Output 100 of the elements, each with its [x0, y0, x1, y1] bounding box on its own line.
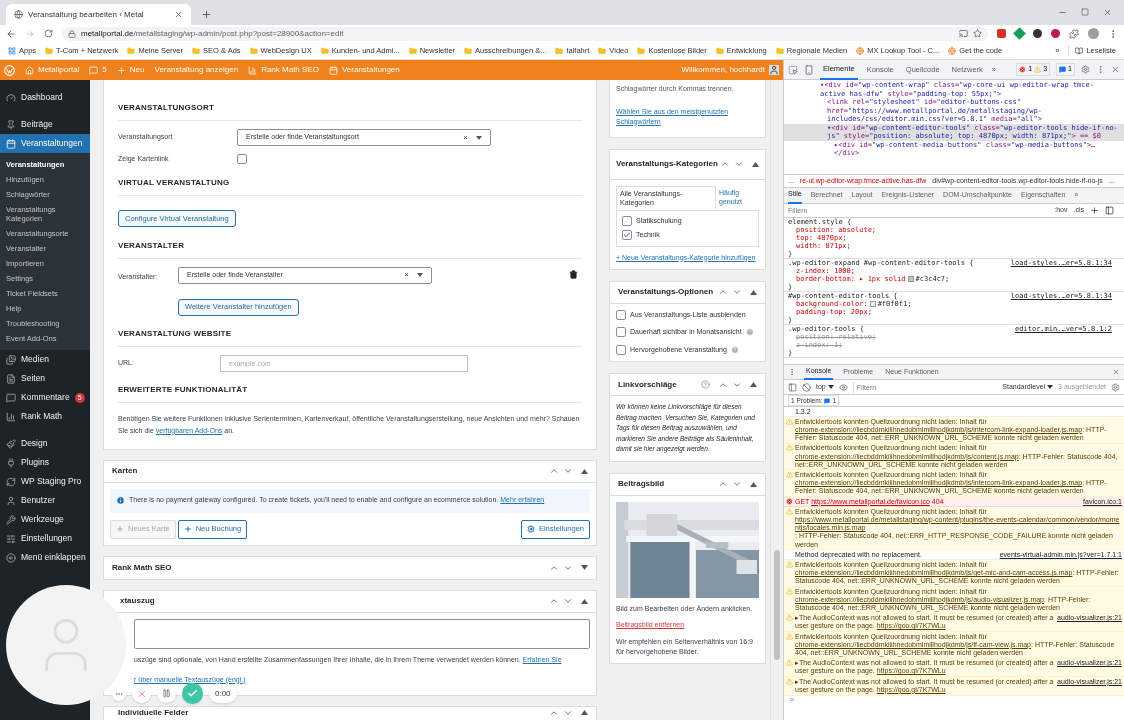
- menu-item[interactable]: Rank Math: [0, 407, 90, 426]
- folder-icon: [637, 46, 646, 55]
- globe-icon: [856, 46, 865, 55]
- move-down-icon[interactable]: [563, 466, 573, 476]
- expand-icon[interactable]: [581, 565, 588, 570]
- section-heading: VERANSTALTER: [118, 239, 582, 259]
- caret-icon: [417, 273, 423, 277]
- reload-icon[interactable]: [44, 29, 53, 38]
- checkbox[interactable]: [237, 154, 247, 165]
- box-title: Veranstaltungs-Optionen: [618, 287, 715, 297]
- folder-icon: [598, 46, 607, 55]
- calendar-icon: [328, 65, 338, 75]
- clear-console-icon[interactable]: [802, 382, 811, 392]
- collapse-icon[interactable]: [581, 598, 588, 604]
- checkbox[interactable]: [622, 215, 632, 226]
- collapse-icon[interactable]: [752, 161, 759, 167]
- close-icon: [136, 688, 147, 699]
- collapse-icon[interactable]: [750, 289, 757, 295]
- folder-icon: [464, 46, 473, 55]
- excerpt-field[interactable]: [134, 618, 590, 649]
- menu-item[interactable]: Seiten: [0, 369, 90, 388]
- menu-item[interactable]: Dashboard: [0, 88, 90, 107]
- refresh-icon: [6, 476, 16, 487]
- menu-item[interactable]: Beiträge: [0, 115, 90, 134]
- menu-item[interactable]: Einstellungen: [0, 529, 90, 548]
- warning-icon: [786, 659, 793, 667]
- menu-item[interactable]: WP Staging Pro: [0, 472, 90, 491]
- collapse-icon[interactable]: [750, 382, 757, 387]
- console-settings-icon[interactable]: [1111, 382, 1120, 392]
- section-heading: VERANSTALTUNG WEBSITE: [118, 327, 582, 347]
- menu-item[interactable]: Benutzer: [0, 491, 90, 510]
- comment-icon: [89, 65, 99, 75]
- calendar-icon: [6, 138, 16, 149]
- menu-item[interactable]: Menü einklappen: [0, 548, 90, 567]
- comment-icon: [6, 392, 16, 403]
- live-expression-icon[interactable]: [838, 382, 848, 392]
- menu-icon[interactable]: [1096, 65, 1105, 74]
- warning-icon: [786, 614, 793, 622]
- extensions-icon[interactable]: [1069, 28, 1079, 39]
- browser-tab[interactable]: Veranstaltung bearbeiten ‹ Metal: [6, 4, 191, 25]
- collapse-icon[interactable]: [750, 481, 757, 487]
- profile-avatar[interactable]: [1088, 28, 1099, 39]
- close-window-icon[interactable]: [1103, 8, 1112, 17]
- close-icon[interactable]: [1111, 65, 1120, 74]
- new-tab-icon[interactable]: [201, 9, 212, 20]
- collapse-icon[interactable]: [581, 710, 588, 715]
- move-down-icon[interactable]: [732, 287, 742, 297]
- folder-icon: [127, 46, 136, 55]
- plug-icon: [6, 457, 16, 468]
- lock-icon: [68, 29, 76, 38]
- inspect-icon[interactable]: [788, 64, 798, 75]
- back-icon[interactable]: [6, 28, 16, 39]
- move-up-icon[interactable]: [549, 596, 559, 606]
- checkmark-icon: [623, 231, 631, 240]
- move-down-icon[interactable]: [563, 596, 573, 606]
- check-icon: [187, 688, 198, 699]
- collapse-icon[interactable]: [581, 468, 588, 474]
- menu-item[interactable]: Werkzeuge: [0, 510, 90, 529]
- move-up-icon[interactable]: [549, 466, 559, 476]
- sidebar-toggle-icon[interactable]: [788, 382, 797, 392]
- add-rule-icon[interactable]: [1090, 206, 1099, 215]
- address-field[interactable]: metallportal.de/metallstaging/wp-admin/post.php?post=28900&action=edit: [62, 26, 988, 41]
- bookmark-star-icon[interactable]: [973, 29, 982, 38]
- move-down-icon[interactable]: [734, 159, 744, 169]
- plus-icon: [116, 525, 124, 533]
- folder-icon: [249, 46, 258, 55]
- scrollbar-thumb[interactable]: [774, 550, 780, 660]
- move-down-icon[interactable]: [732, 479, 742, 489]
- menu-item[interactable]: Design: [0, 434, 90, 453]
- settings-icon[interactable]: [1081, 65, 1090, 74]
- move-up-icon[interactable]: [720, 159, 730, 169]
- checkbox[interactable]: [616, 327, 626, 338]
- warning-icon: [786, 444, 793, 452]
- delete-icon[interactable]: [569, 269, 578, 279]
- device-icon[interactable]: [804, 64, 814, 75]
- warning-icon: [786, 417, 793, 425]
- drawer-menu-icon[interactable]: [788, 368, 796, 376]
- checkbox[interactable]: [616, 309, 626, 320]
- forward-icon[interactable]: [25, 28, 35, 39]
- warning-icon: [1034, 66, 1042, 73]
- warning-icon: [786, 507, 793, 515]
- folder-icon: [775, 46, 784, 55]
- cast-icon[interactable]: [959, 29, 968, 38]
- menu-item[interactable]: Medien: [0, 350, 90, 369]
- sidebar-toggle-icon[interactable]: [1105, 206, 1114, 215]
- menu-item[interactable]: Plugins: [0, 453, 90, 472]
- box-title: Veranstaltungs-Kategorien: [616, 159, 719, 169]
- error-icon: [1019, 66, 1027, 73]
- box-title: xtauszug: [120, 596, 156, 606]
- close-drawer-icon[interactable]: [1112, 368, 1120, 376]
- move-up-icon[interactable]: [718, 479, 728, 489]
- maximize-icon[interactable]: [1081, 8, 1089, 16]
- menu-item[interactable]: Veranstaltungen: [0, 134, 90, 153]
- sliders-icon: [6, 533, 16, 544]
- caret-icon: [827, 385, 834, 389]
- checkbox[interactable]: [622, 230, 632, 241]
- move-up-icon[interactable]: [718, 287, 728, 297]
- checkbox[interactable]: [616, 344, 626, 355]
- close-tab-icon[interactable]: [174, 10, 183, 19]
- wordpress-logo-icon[interactable]: [4, 64, 15, 76]
